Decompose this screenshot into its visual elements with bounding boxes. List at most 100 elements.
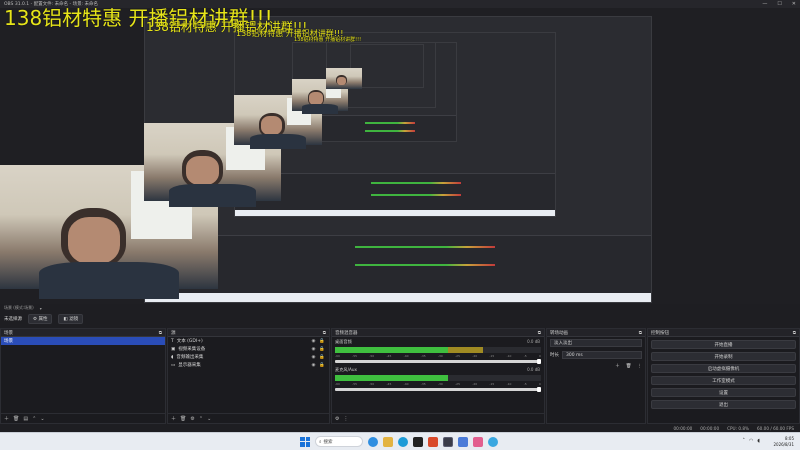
window-title: OBS 31.0.1 - 配置文件: 未命名 - 场景: 未命名: [4, 2, 99, 7]
chevron-up-icon[interactable]: ˄: [742, 438, 745, 444]
preview-statusline: 场景 (模式:场景) ▾: [0, 304, 800, 312]
lock-icon[interactable]: 🔒: [319, 347, 325, 352]
speaker-icon: ◖: [171, 354, 174, 360]
windows-taskbar: ⌕ 搜索 ˄ ◠ ◖ 8:05 2026/8/31: [0, 432, 800, 450]
live-timer: 00:00:00: [673, 425, 693, 431]
source-item[interactable]: ◖ 音频输出采集 ◉ 🔒: [168, 353, 329, 361]
photos-icon[interactable]: [473, 436, 483, 447]
move-up-button[interactable]: ⌃: [32, 416, 36, 422]
statusline-dropdown[interactable]: ▾: [40, 306, 42, 311]
preview-canvas[interactable]: 138铝材特惠 开播铝材讲群!!! 138铝材特惠 开播铝材讲群!!! 138铝…: [0, 8, 800, 304]
add-scene-button[interactable]: ＋: [4, 415, 9, 422]
undock-icon[interactable]: ⧉: [323, 330, 326, 336]
no-source-label: 未选择源: [4, 317, 22, 322]
chrome-icon[interactable]: [368, 436, 378, 447]
remove-scene-button[interactable]: 🗑: [13, 416, 19, 422]
volume-icon[interactable]: ◖: [757, 438, 760, 444]
channel-name: 桌面音频: [335, 339, 352, 344]
start-recording-button[interactable]: 开始录制: [651, 352, 796, 361]
search-box[interactable]: ⌕ 搜索: [315, 436, 363, 447]
mixer-menu-icon[interactable]: ⋮: [343, 416, 348, 422]
maximize-button[interactable]: ☐: [777, 1, 781, 7]
transition-menu-icon[interactable]: ⋮: [638, 364, 643, 369]
visibility-icon[interactable]: ◉: [311, 347, 315, 352]
start-icon[interactable]: [300, 436, 310, 447]
meter-tick: -35: [420, 354, 426, 358]
app-icon[interactable]: [413, 436, 423, 447]
remove-source-button[interactable]: 🗑: [180, 416, 186, 422]
undock-icon[interactable]: ⧉: [159, 330, 162, 336]
monitor-icon: ▭: [171, 362, 176, 368]
start-streaming-button[interactable]: 开始直播: [651, 340, 796, 349]
slider-knob[interactable]: [537, 387, 541, 392]
channel-name: 麦克风/Aux: [335, 367, 357, 372]
store-icon[interactable]: [458, 436, 468, 447]
meter-tick: -10: [506, 382, 512, 386]
obs-icon[interactable]: [443, 436, 453, 447]
visibility-icon[interactable]: ◉: [311, 363, 315, 368]
source-properties-button[interactable]: ⚙: [190, 416, 194, 422]
settings-button[interactable]: 设置: [651, 388, 796, 397]
lock-icon[interactable]: 🔒: [319, 355, 325, 360]
add-transition-button[interactable]: ＋: [615, 363, 620, 369]
visibility-icon[interactable]: ◉: [311, 339, 315, 344]
start-virtual-camera-button[interactable]: 启动虚拟摄像机: [651, 364, 796, 373]
duration-label: 时长: [550, 353, 559, 358]
lock-icon[interactable]: 🔒: [319, 363, 325, 368]
statusline-left: 场景 (模式:场景): [4, 305, 34, 310]
add-source-button[interactable]: ＋: [171, 415, 176, 422]
meter-tick: -40: [403, 382, 409, 386]
source-item[interactable]: T 文本 (GDI+) ◉ 🔒: [168, 337, 329, 345]
move-up-button[interactable]: ⌃: [199, 416, 203, 422]
lock-icon[interactable]: 🔒: [319, 339, 325, 344]
wifi-icon[interactable]: ◠: [749, 438, 753, 444]
meter-tick: -40: [403, 354, 409, 358]
undock-icon[interactable]: ⧉: [639, 330, 642, 336]
meter-tick: -25: [455, 382, 460, 386]
source-item[interactable]: ▭ 显示器采集 ◉ 🔒: [168, 361, 329, 369]
meter-tick: -45: [386, 354, 392, 358]
move-down-button[interactable]: ⌄: [207, 416, 211, 422]
browser-icon[interactable]: [488, 436, 498, 447]
remove-transition-button[interactable]: 🗑: [626, 364, 632, 369]
meter-tick: -45: [386, 382, 392, 386]
meter-tick: -50: [369, 354, 375, 358]
nested-dock-area: [145, 235, 651, 293]
system-tray[interactable]: ˄ ◠ ◖: [742, 438, 760, 444]
gear-icon: ⚙: [33, 317, 38, 322]
folder-icon[interactable]: [383, 436, 393, 447]
channel-db: 0.0 dB: [527, 367, 540, 372]
scene-item[interactable]: 场景: [1, 337, 165, 345]
mixer-settings-icon[interactable]: ⚙: [335, 416, 339, 422]
channel-db: 0.0 dB: [527, 339, 540, 344]
scene-filters-button[interactable]: ▤: [23, 416, 28, 422]
audio-mixer-dock: 音频混音器 ⧉ 桌面音频 0.0 dB -60 -55 -50 -45 -40 -35 -30…: [331, 328, 545, 424]
close-button[interactable]: ✕: [792, 1, 796, 7]
source-item[interactable]: ▣ 视频采集设备 ◉ 🔒: [168, 345, 329, 353]
sources-title: 源: [171, 330, 176, 336]
volume-slider[interactable]: [335, 387, 541, 392]
filters-button[interactable]: ◧ 滤镜: [58, 314, 84, 324]
slider-knob[interactable]: [537, 359, 541, 364]
edge-icon[interactable]: [398, 436, 408, 447]
meter-tick: -5: [523, 354, 527, 358]
transition-select[interactable]: 淡入淡出: [550, 339, 642, 347]
meter-tick: -60: [335, 354, 340, 358]
transitions-dock: 转场动画 ⧉ 淡入淡出 时长 300 ms ＋ 🗑 ⋮: [546, 328, 646, 424]
exit-button[interactable]: 退出: [651, 400, 796, 409]
visibility-icon[interactable]: ◉: [311, 355, 315, 360]
search-icon: ⌕: [319, 439, 322, 445]
clock[interactable]: 8:05 2026/8/31: [773, 436, 794, 448]
undock-icon[interactable]: ⧉: [538, 330, 541, 336]
volume-slider[interactable]: [335, 359, 541, 364]
camera-feed-5: [326, 68, 362, 89]
minimize-button[interactable]: —: [762, 1, 767, 7]
undock-icon[interactable]: ⧉: [793, 330, 796, 336]
meter-tick: -20: [472, 354, 478, 358]
duration-input[interactable]: 300 ms: [562, 351, 642, 359]
game-icon[interactable]: [428, 436, 438, 447]
properties-button[interactable]: ⚙ 属性: [28, 314, 53, 324]
studio-mode-button[interactable]: 工作室模式: [651, 376, 796, 385]
move-down-button[interactable]: ⌄: [40, 416, 44, 422]
meter-tick: -35: [420, 382, 426, 386]
